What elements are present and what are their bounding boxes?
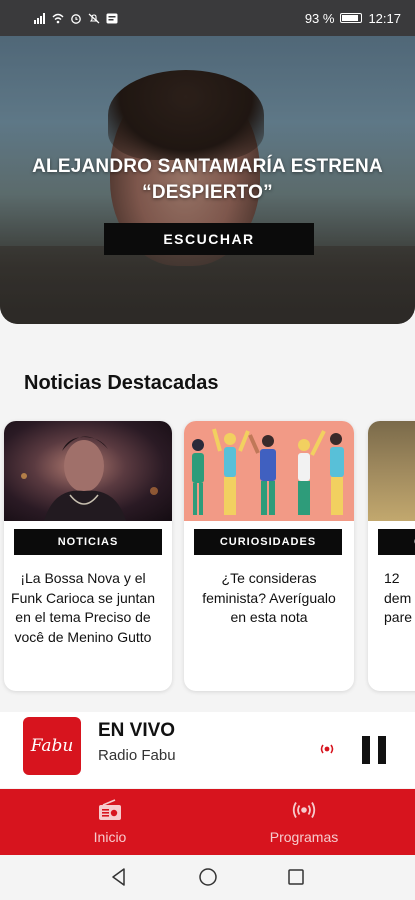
nav-label: Programas bbox=[269, 829, 339, 845]
nav-label: Inicio bbox=[93, 829, 127, 845]
wifi-icon bbox=[52, 13, 64, 23]
hero-title: ALEJANDRO SANTAMARÍA ESTRENA “DESPIERTO” bbox=[0, 154, 415, 206]
nav-item-programas[interactable]: Programas bbox=[234, 789, 374, 855]
clock: 12:17 bbox=[368, 10, 401, 26]
battery-percent: 93 % bbox=[304, 10, 335, 26]
headline-line: ¿Te consideras bbox=[221, 570, 317, 586]
headline-line: você de Menino Gutto bbox=[14, 628, 152, 645]
pause-button[interactable] bbox=[362, 736, 386, 764]
headline-line: Funk Carioca se juntan bbox=[11, 589, 155, 606]
alarm-icon bbox=[71, 13, 81, 24]
home-icon[interactable] bbox=[197, 866, 219, 888]
news-card-tag: CURIOSIDADES bbox=[194, 529, 342, 555]
listen-button[interactable]: ESCUCHAR bbox=[104, 223, 314, 255]
app-screen: 93 % 12:17 ALEJANDRO SANTAMARÍA ESTRENA … bbox=[0, 0, 415, 900]
status-bar: 93 % 12:17 bbox=[0, 0, 415, 36]
hero-title-line-1: ALEJANDRO SANTAMARÍA ESTRENA bbox=[32, 156, 383, 177]
status-icons-right: 93 % 12:17 bbox=[305, 11, 401, 26]
broadcast-icon bbox=[292, 802, 316, 818]
mute-icon bbox=[88, 13, 100, 23]
broadcast-icon bbox=[320, 744, 334, 754]
station-name: Radio Fabu bbox=[98, 747, 176, 764]
news-card-image bbox=[4, 421, 172, 521]
live-player[interactable]: Fabu EN VIVO Radio Fabu bbox=[0, 712, 415, 788]
news-card-image bbox=[184, 421, 354, 521]
hero-title-line-2: “DESPIERTO” bbox=[142, 182, 273, 203]
news-card-tag: NOTICIAS bbox=[14, 529, 162, 555]
notification-icon bbox=[106, 13, 118, 23]
system-nav-bar bbox=[0, 855, 415, 900]
headline-line: feminista? Averígualo bbox=[202, 589, 336, 606]
news-card-tag: C bbox=[378, 529, 415, 555]
news-card-image bbox=[368, 421, 415, 521]
news-card[interactable]: NOTICIAS ¡La Bossa Nova y el Funk Carioc… bbox=[4, 421, 172, 691]
status-icons-left bbox=[34, 12, 118, 24]
news-card[interactable]: CURIOSIDADES ¿Te consideras feminista? A… bbox=[184, 421, 354, 691]
battery-icon bbox=[340, 13, 363, 23]
headline-line: dem bbox=[384, 589, 412, 606]
portrait-illustration bbox=[21, 436, 158, 521]
hero-banner[interactable]: ALEJANDRO SANTAMARÍA ESTRENA “DESPIERTO”… bbox=[0, 36, 415, 324]
news-card-headline: ¿Te consideras feminista? Averígualo en … bbox=[188, 569, 350, 628]
headline-line: 12 bbox=[384, 570, 400, 586]
station-logo: Fabu bbox=[23, 717, 81, 775]
news-card-headline: ¡La Bossa Nova y el Funk Carioca se junt… bbox=[4, 569, 168, 647]
pause-icon bbox=[378, 736, 386, 764]
headline-line: ¡La Bossa Nova y el bbox=[20, 570, 146, 586]
bottom-nav: Inicio Programas bbox=[0, 789, 415, 855]
news-card-headline: 12 dem pare bbox=[384, 569, 415, 628]
radio-icon bbox=[99, 799, 121, 820]
women-illustration bbox=[192, 428, 344, 515]
headline-line: pare bbox=[384, 609, 413, 625]
headline-line: en esta nota bbox=[230, 609, 308, 625]
nav-item-inicio[interactable]: Inicio bbox=[40, 789, 180, 855]
headline-line: en el tema Preciso de bbox=[15, 609, 151, 625]
news-card[interactable]: C 12 dem pare bbox=[368, 421, 415, 691]
recents-icon[interactable] bbox=[285, 866, 307, 888]
live-status: EN VIVO bbox=[98, 720, 176, 741]
section-title: Noticias Destacadas bbox=[24, 372, 219, 394]
signal-icon bbox=[34, 12, 45, 24]
pause-icon bbox=[362, 736, 370, 764]
back-icon[interactable] bbox=[108, 866, 130, 888]
